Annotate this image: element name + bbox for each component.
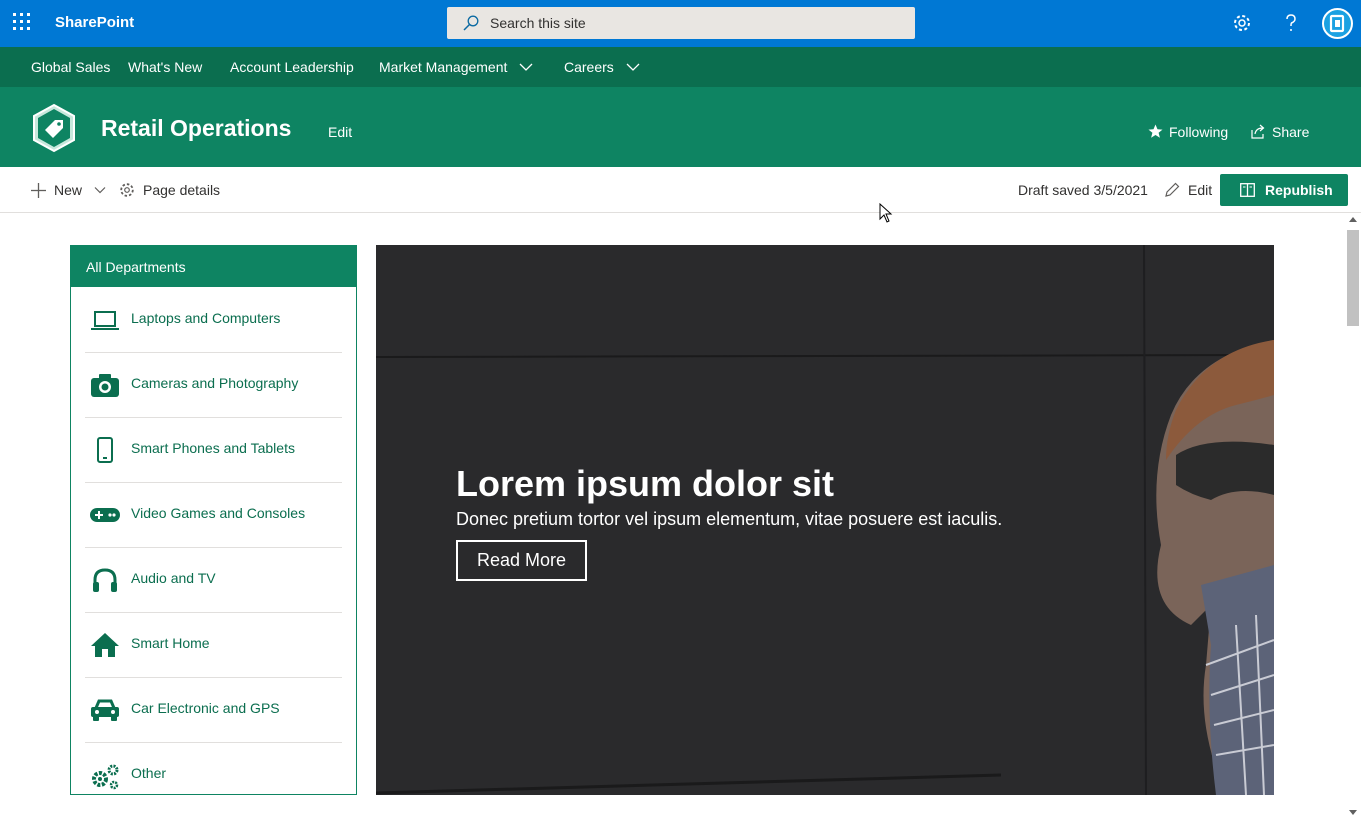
department-label: Cameras and Photography — [131, 375, 299, 391]
car-icon — [91, 699, 119, 721]
department-label: Car Electronic and GPS — [131, 700, 280, 716]
read-more-button[interactable]: Read More — [456, 540, 587, 581]
command-bar: New Page details Draft saved 3/5/2021 Ed… — [0, 167, 1361, 213]
hub-navigation: Global Sales What's New Account Leadersh… — [0, 47, 1361, 87]
department-label: Smart Home — [131, 635, 210, 651]
hero-subtitle: Donec pretium tortor vel ipsum elementum… — [456, 509, 1003, 529]
new-label: New — [54, 182, 83, 198]
republish-button[interactable]: Republish — [1220, 174, 1348, 206]
suite-bar: SharePoint — [0, 0, 1361, 47]
scroll-down-arrow-icon[interactable] — [1349, 810, 1357, 815]
scroll-up-arrow-icon[interactable] — [1349, 217, 1357, 222]
department-label: Video Games and Consoles — [131, 505, 306, 521]
following-label: Following — [1169, 124, 1229, 140]
hub-nav-whats-new[interactable]: What's New — [128, 59, 202, 75]
book-icon — [1240, 183, 1255, 197]
plus-icon — [31, 183, 46, 198]
chevron-down-icon — [519, 63, 533, 71]
search-input[interactable] — [490, 7, 900, 39]
gamepad-icon — [90, 508, 120, 522]
home-icon — [91, 633, 119, 657]
republish-label: Republish — [1265, 182, 1333, 198]
site-edit-link[interactable]: Edit — [328, 124, 352, 140]
settings-gear-icon[interactable] — [1231, 12, 1253, 34]
help-icon[interactable] — [1280, 12, 1302, 34]
department-label: Other — [131, 765, 167, 781]
headphones-icon — [93, 568, 117, 592]
site-header: Retail Operations Edit Following Share — [0, 87, 1361, 167]
new-button[interactable]: New — [31, 182, 106, 198]
following-button[interactable]: Following — [1148, 124, 1228, 140]
user-avatar[interactable] — [1322, 8, 1353, 39]
user-logo-icon — [1329, 14, 1345, 33]
hub-nav-account-leadership[interactable]: Account Leadership — [230, 59, 354, 75]
search-icon — [463, 15, 479, 31]
department-label: Laptops and Computers — [131, 310, 281, 326]
gears-icon — [92, 764, 119, 790]
edit-page-button[interactable]: Edit — [1164, 182, 1212, 198]
department-car-electronics[interactable]: Car Electronic and GPS — [85, 678, 342, 743]
site-logo-tag-icon[interactable] — [31, 103, 77, 153]
chevron-down-icon — [94, 187, 106, 194]
share-button[interactable]: Share — [1251, 124, 1309, 140]
site-title[interactable]: Retail Operations — [101, 115, 291, 142]
star-icon — [1148, 124, 1163, 138]
scrollbar-thumb[interactable] — [1347, 230, 1359, 326]
pencil-icon — [1165, 182, 1180, 197]
laptop-icon — [91, 311, 119, 330]
department-other[interactable]: Other — [85, 743, 342, 794]
app-title[interactable]: SharePoint — [55, 14, 134, 31]
search-box[interactable] — [447, 7, 915, 39]
department-cameras[interactable]: Cameras and Photography — [85, 353, 342, 418]
hub-nav-market-management[interactable]: Market Management — [379, 59, 533, 75]
mouse-cursor-icon — [879, 203, 893, 223]
department-label: Audio and TV — [131, 570, 216, 586]
app-launcher-icon[interactable] — [13, 13, 33, 33]
department-phones[interactable]: Smart Phones and Tablets — [85, 418, 342, 483]
edit-page-label: Edit — [1188, 182, 1213, 198]
departments-heading: All Departments — [71, 246, 356, 287]
departments-panel: All Departments Laptops and Computers Ca… — [70, 245, 357, 795]
department-video-games[interactable]: Video Games and Consoles — [85, 483, 342, 548]
camera-icon — [91, 374, 119, 397]
hub-nav-careers-label: Careers — [564, 59, 614, 75]
page-details-label: Page details — [143, 182, 221, 198]
phone-icon — [97, 437, 113, 463]
draft-status: Draft saved 3/5/2021 — [1018, 182, 1148, 198]
share-icon — [1251, 124, 1265, 139]
hero-banner: Lorem ipsum dolor sit Donec pretium tort… — [376, 245, 1274, 795]
gear-icon — [120, 183, 134, 197]
department-smart-home[interactable]: Smart Home — [85, 613, 342, 678]
hub-nav-global-sales[interactable]: Global Sales — [31, 59, 110, 75]
department-laptops[interactable]: Laptops and Computers — [85, 288, 342, 353]
hub-nav-careers[interactable]: Careers — [564, 59, 640, 75]
hub-nav-market-management-label: Market Management — [379, 59, 508, 75]
department-audio-tv[interactable]: Audio and TV — [85, 548, 342, 613]
chevron-down-icon — [626, 63, 640, 71]
department-label: Smart Phones and Tablets — [131, 440, 295, 456]
hero-title: Lorem ipsum dolor sit — [456, 463, 835, 504]
share-label: Share — [1272, 124, 1310, 140]
page-details-button[interactable]: Page details — [119, 182, 220, 198]
